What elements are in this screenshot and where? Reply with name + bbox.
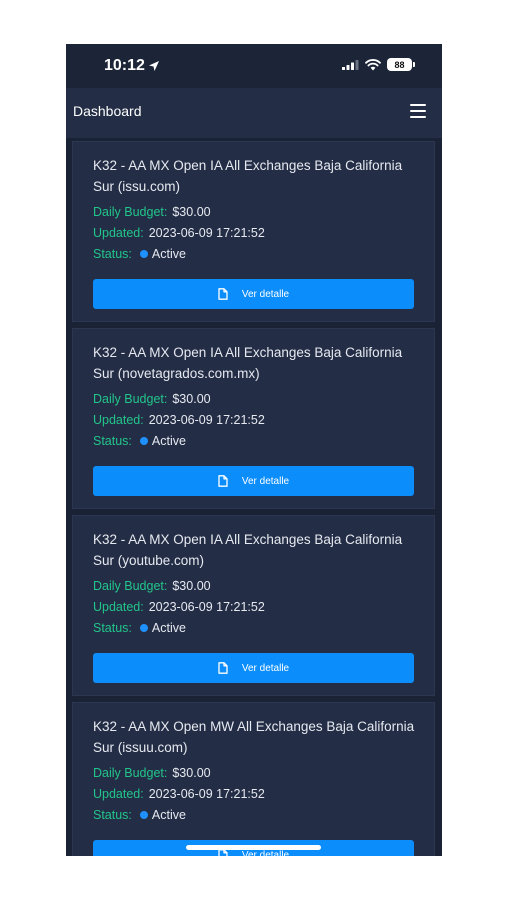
- status-time: 10:12: [104, 57, 160, 75]
- updated-value: 2023-06-09 17:21:52: [148, 600, 265, 614]
- status-value: Active: [151, 808, 186, 822]
- status-label: Status:: [93, 247, 132, 261]
- updated-label: Updated:: [93, 226, 144, 240]
- status-label: Status:: [93, 434, 132, 448]
- campaign-title: K32 - AA MX Open MW All Exchanges Baja C…: [93, 719, 415, 755]
- daily-budget-row: Daily Budget: $30.00: [93, 579, 211, 593]
- campaign-card: K32 - AA MX Open IA All Exchanges Baja C…: [72, 515, 435, 696]
- status-row: Status: Active: [93, 808, 186, 822]
- updated-row: Updated: 2023-06-09 17:21:52: [93, 226, 265, 240]
- ver-detalle-button[interactable]: Ver detalle: [93, 653, 414, 683]
- updated-row: Updated: 2023-06-09 17:21:52: [93, 600, 265, 614]
- status-icons: 88: [342, 58, 415, 71]
- campaign-card: K32 - AA MX Open IA All Exchanges Baja C…: [72, 141, 435, 322]
- location-arrow-icon: [148, 61, 159, 71]
- status-value: Active: [151, 621, 186, 635]
- status-row: Status: Active: [93, 247, 186, 261]
- status-value: Active: [151, 434, 186, 448]
- status-dot-icon: [139, 250, 148, 258]
- daily-budget-value: $30.00: [172, 205, 211, 219]
- battery-icon: 88: [387, 58, 415, 71]
- daily-budget-label: Daily Budget:: [93, 766, 168, 780]
- daily-budget-row: Daily Budget: $30.00: [93, 392, 211, 406]
- updated-row: Updated: 2023-06-09 17:21:52: [93, 413, 265, 427]
- ver-detalle-button[interactable]: Ver detalle: [93, 466, 414, 496]
- home-indicator[interactable]: [186, 845, 321, 850]
- updated-row: Updated: 2023-06-09 17:21:52: [93, 787, 265, 801]
- daily-budget-label: Daily Budget:: [93, 579, 168, 593]
- status-label: Status:: [93, 808, 132, 822]
- updated-label: Updated:: [93, 413, 144, 427]
- daily-budget-value: $30.00: [172, 392, 211, 406]
- daily-budget-value: $30.00: [172, 579, 211, 593]
- daily-budget-row: Daily Budget: $30.00: [93, 205, 211, 219]
- status-row: Status: Active: [93, 434, 186, 448]
- status-row: Status: Active: [93, 621, 186, 635]
- campaign-title: K32 - AA MX Open IA All Exchanges Baja C…: [93, 532, 403, 568]
- document-icon: [218, 475, 228, 487]
- clock-text: 10:12: [104, 57, 145, 74]
- page-title: Dashboard: [73, 103, 142, 119]
- hamburger-menu-icon[interactable]: [410, 104, 426, 118]
- daily-budget-value: $30.00: [172, 766, 211, 780]
- battery-level: 88: [394, 59, 405, 70]
- signal-icon: [342, 60, 359, 70]
- status-dot-icon: [139, 624, 148, 632]
- document-icon: [218, 662, 228, 674]
- wifi-icon: [365, 58, 381, 70]
- ver-detalle-label: Ver detalle: [241, 288, 290, 300]
- top-navbar: Dashboard: [66, 88, 442, 138]
- ver-detalle-label: Ver detalle: [241, 849, 290, 857]
- daily-budget-row: Daily Budget: $30.00: [93, 766, 211, 780]
- updated-value: 2023-06-09 17:21:52: [148, 226, 265, 240]
- ver-detalle-label: Ver detalle: [241, 475, 290, 487]
- updated-label: Updated:: [93, 787, 144, 801]
- status-bar: 10:12 88: [66, 44, 442, 88]
- daily-budget-label: Daily Budget:: [93, 205, 168, 219]
- updated-value: 2023-06-09 17:21:52: [148, 413, 265, 427]
- updated-value: 2023-06-09 17:21:52: [148, 787, 265, 801]
- campaign-card: K32 - AA MX Open IA All Exchanges Baja C…: [72, 328, 435, 509]
- daily-budget-label: Daily Budget:: [93, 392, 168, 406]
- status-dot-icon: [139, 811, 148, 819]
- ver-detalle-button[interactable]: Ver detalle: [93, 279, 414, 309]
- phone-screen: 10:12 88 Dashboard K32 - AA MX Open IA A…: [66, 44, 442, 856]
- status-dot-icon: [139, 437, 148, 445]
- updated-label: Updated:: [93, 600, 144, 614]
- ver-detalle-label: Ver detalle: [241, 662, 290, 674]
- document-icon: [218, 849, 228, 856]
- status-label: Status:: [93, 621, 132, 635]
- document-icon: [218, 288, 228, 300]
- status-value: Active: [151, 247, 186, 261]
- campaign-title: K32 - AA MX Open IA All Exchanges Baja C…: [93, 158, 403, 194]
- campaign-title: K32 - AA MX Open IA All Exchanges Baja C…: [93, 345, 403, 381]
- campaign-card: K32 - AA MX Open MW All Exchanges Baja C…: [72, 702, 435, 856]
